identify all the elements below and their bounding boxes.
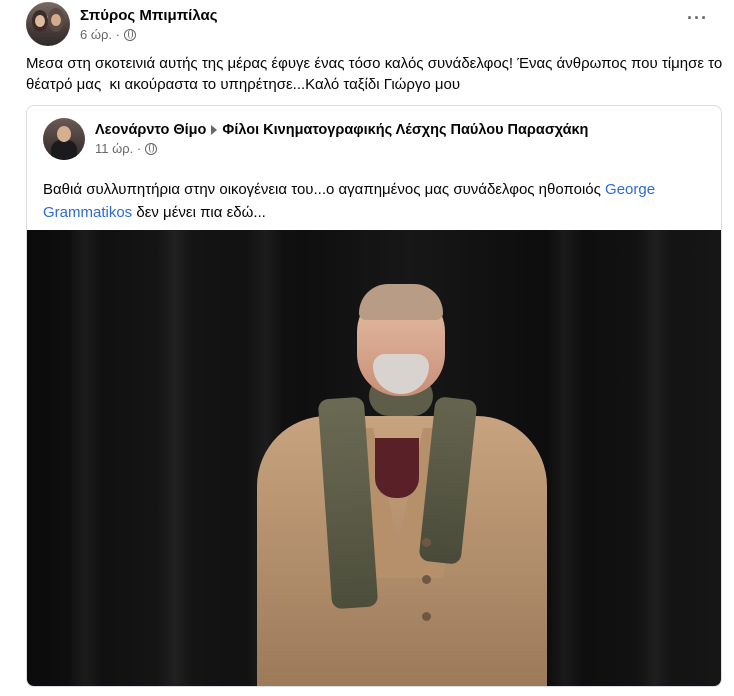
post-time[interactable]: 6 ώρ. · <box>80 27 120 42</box>
post-header: Σπύρος Μπιμπίλας 6 ώρ. · <box>26 2 218 46</box>
shared-post-meta: Λεονάρντο Θίμο Φίλοι Κινηματογραφικής Λέ… <box>95 122 588 156</box>
author-name[interactable]: Σπύρος Μπιμπίλας <box>80 6 218 25</box>
post-text: Μεσα στη σκοτεινιά αυτής της μέρας έφυγε… <box>26 55 727 93</box>
shared-text-part1: Βαθιά συλλυπητήρια στην οικογένεια του..… <box>43 181 606 198</box>
post-meta: Σπύρος Μπιμπίλας 6 ώρ. · <box>80 6 218 42</box>
shared-post[interactable]: Λεονάρντο Θίμο Φίλοι Κινηματογραφικής Λέ… <box>26 105 722 687</box>
shared-group-name[interactable]: Φίλοι Κινηματογραφικής Λέσχης Παύλου Παρ… <box>222 122 588 138</box>
shared-post-subline: 11 ώρ. · <box>95 141 588 156</box>
triangle-right-icon <box>211 125 218 135</box>
author-avatar[interactable] <box>26 2 70 46</box>
post-subline: 6 ώρ. · <box>80 27 218 42</box>
shared-post-time[interactable]: 11 ώρ. · <box>95 141 141 156</box>
shared-post-title: Λεονάρντο Θίμο Φίλοι Κινηματογραφικής Λέ… <box>95 122 588 138</box>
shared-text-part2: δεν μένει πια εδώ... <box>132 204 266 221</box>
more-options-icon[interactable]: ··· <box>687 8 708 29</box>
globe-icon <box>145 142 158 155</box>
man-in-coat-figure <box>257 284 547 686</box>
shared-post-text: Βαθιά συλλυπητήρια στην οικογένεια του..… <box>43 178 713 224</box>
shared-post-header: Λεονάρντο Θίμο Φίλοι Κινηματογραφικής Λέ… <box>43 118 588 160</box>
shared-author-avatar[interactable] <box>43 118 85 160</box>
globe-icon <box>123 28 136 41</box>
post-photo[interactable] <box>27 230 721 686</box>
facebook-post: Σπύρος Μπιμπίλας 6 ώρ. · ··· Μεσα στη σκ… <box>0 0 734 696</box>
shared-author-name[interactable]: Λεονάρντο Θίμο <box>95 122 206 138</box>
